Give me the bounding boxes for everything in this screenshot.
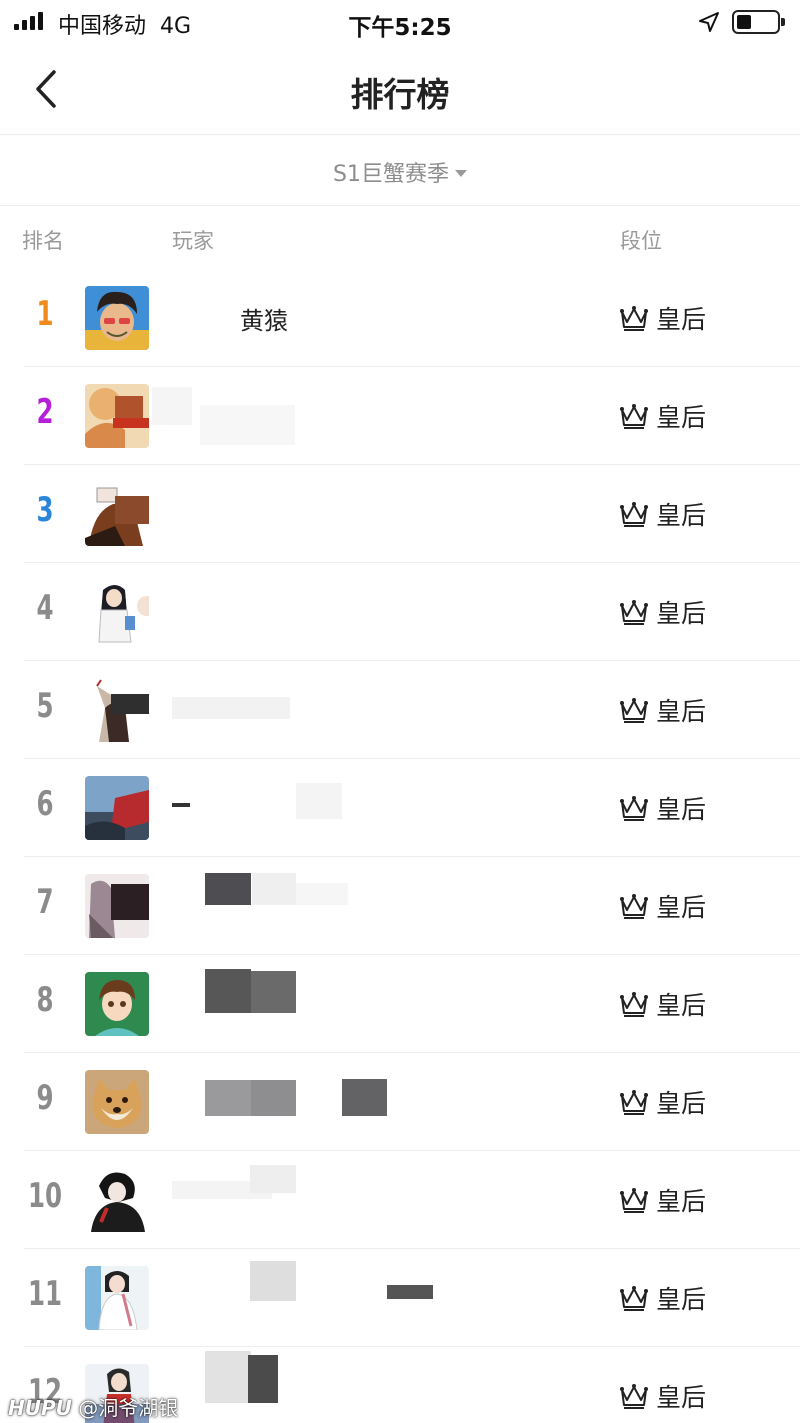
tier-label: 皇后 bbox=[656, 1383, 707, 1412]
rank-number: 5 bbox=[36, 686, 54, 726]
tier-label: 皇后 bbox=[656, 403, 707, 432]
battery-icon bbox=[732, 10, 785, 34]
leaderboard-row[interactable]: 4 皇后 bbox=[0, 563, 800, 661]
season-dropdown[interactable]: S1巨蟹赛季 bbox=[0, 156, 800, 188]
location-arrow-icon bbox=[699, 12, 719, 32]
crown-icon bbox=[620, 600, 648, 625]
crown-icon bbox=[620, 992, 648, 1017]
leaderboard-row[interactable]: 6 皇后 bbox=[0, 759, 800, 857]
crown-icon bbox=[620, 1384, 648, 1409]
avatar bbox=[85, 678, 149, 742]
avatar bbox=[85, 1168, 149, 1232]
crown-icon bbox=[620, 502, 648, 527]
leaderboard-row[interactable]: 11 皇后 bbox=[0, 1249, 800, 1347]
crown-icon bbox=[620, 306, 648, 331]
season-label: S1巨蟹赛季 bbox=[333, 162, 449, 187]
leaderboard-row[interactable]: 10 皇后 bbox=[0, 1151, 800, 1249]
avatar bbox=[85, 972, 149, 1036]
rank-number: 9 bbox=[36, 1078, 54, 1118]
tier-badge: 皇后 bbox=[618, 1282, 706, 1314]
tier-badge: 皇后 bbox=[618, 302, 706, 334]
clock: 下午5:25 bbox=[348, 15, 452, 41]
rank-number: 1 bbox=[36, 294, 54, 334]
column-header-player: 玩家 bbox=[172, 229, 214, 253]
tier-badge: 皇后 bbox=[618, 890, 706, 922]
tier-badge: 皇后 bbox=[618, 1184, 706, 1216]
crown-icon bbox=[620, 698, 648, 723]
tier-badge: 皇后 bbox=[618, 1380, 706, 1412]
leaderboard-row[interactable]: 3 皇后 bbox=[0, 465, 800, 563]
crown-icon bbox=[620, 894, 648, 919]
avatar bbox=[85, 1070, 149, 1134]
rank-number: 8 bbox=[36, 980, 54, 1020]
navigation-bar: 排行榜 bbox=[0, 44, 800, 135]
tier-badge: 皇后 bbox=[618, 988, 706, 1020]
tier-label: 皇后 bbox=[656, 991, 707, 1020]
status-bar: 中国移动 4G 下午5:25 bbox=[0, 0, 800, 44]
tier-label: 皇后 bbox=[656, 305, 707, 334]
tier-badge: 皇后 bbox=[618, 596, 706, 628]
leaderboard-row[interactable]: 9 皇后 bbox=[0, 1053, 800, 1151]
column-header-rank: 排名 bbox=[22, 229, 64, 253]
avatar bbox=[85, 1266, 149, 1330]
crown-icon bbox=[620, 1090, 648, 1115]
rank-number: 2 bbox=[36, 392, 54, 432]
crown-icon bbox=[620, 1286, 648, 1311]
leaderboard-row[interactable]: 5 皇后 bbox=[0, 661, 800, 759]
rank-number: 6 bbox=[36, 784, 54, 824]
watermark-handle: @洞爷湖银 bbox=[78, 1396, 179, 1420]
rank-number: 11 bbox=[27, 1274, 63, 1314]
leaderboard-row[interactable]: 1 黄猿 皇后 bbox=[0, 269, 800, 367]
tier-label: 皇后 bbox=[656, 599, 707, 628]
rank-number: 3 bbox=[36, 490, 54, 530]
watermark: HUPU @洞爷湖银 bbox=[8, 1392, 178, 1421]
tier-label: 皇后 bbox=[656, 1285, 707, 1314]
tier-label: 皇后 bbox=[656, 1089, 707, 1118]
avatar bbox=[85, 384, 149, 448]
avatar bbox=[85, 580, 149, 644]
leaderboard-row[interactable]: 7 皇后 bbox=[0, 857, 800, 955]
tier-label: 皇后 bbox=[656, 697, 707, 726]
tier-badge: 皇后 bbox=[618, 694, 706, 726]
table-header: 排名 玩家 段位 bbox=[0, 207, 800, 269]
page-title: 排行榜 bbox=[350, 75, 450, 114]
tier-badge: 皇后 bbox=[618, 498, 706, 530]
avatar bbox=[85, 776, 149, 840]
tier-badge: 皇后 bbox=[618, 1086, 706, 1118]
tier-badge: 皇后 bbox=[618, 400, 706, 432]
caret-down-icon bbox=[454, 169, 467, 177]
rank-number: 10 bbox=[27, 1176, 63, 1216]
avatar bbox=[85, 286, 149, 350]
season-selector-bar: S1巨蟹赛季 bbox=[0, 136, 800, 206]
player-name: 黄猿 bbox=[240, 307, 288, 335]
avatar bbox=[85, 482, 149, 546]
crown-icon bbox=[620, 1188, 648, 1213]
tier-label: 皇后 bbox=[656, 501, 707, 530]
tier-label: 皇后 bbox=[656, 795, 707, 824]
tier-label: 皇后 bbox=[656, 1187, 707, 1216]
tier-label: 皇后 bbox=[656, 893, 707, 922]
avatar bbox=[85, 874, 149, 938]
crown-icon bbox=[620, 404, 648, 429]
leaderboard-row[interactable]: 8 皇后 bbox=[0, 955, 800, 1053]
rank-number: 7 bbox=[36, 882, 54, 922]
column-header-tier: 段位 bbox=[620, 229, 662, 253]
tier-badge: 皇后 bbox=[618, 792, 706, 824]
crown-icon bbox=[620, 796, 648, 821]
leaderboard-row[interactable]: 2 皇后 bbox=[0, 367, 800, 465]
rank-number: 4 bbox=[36, 588, 54, 628]
watermark-brand: HUPU bbox=[8, 1396, 72, 1420]
